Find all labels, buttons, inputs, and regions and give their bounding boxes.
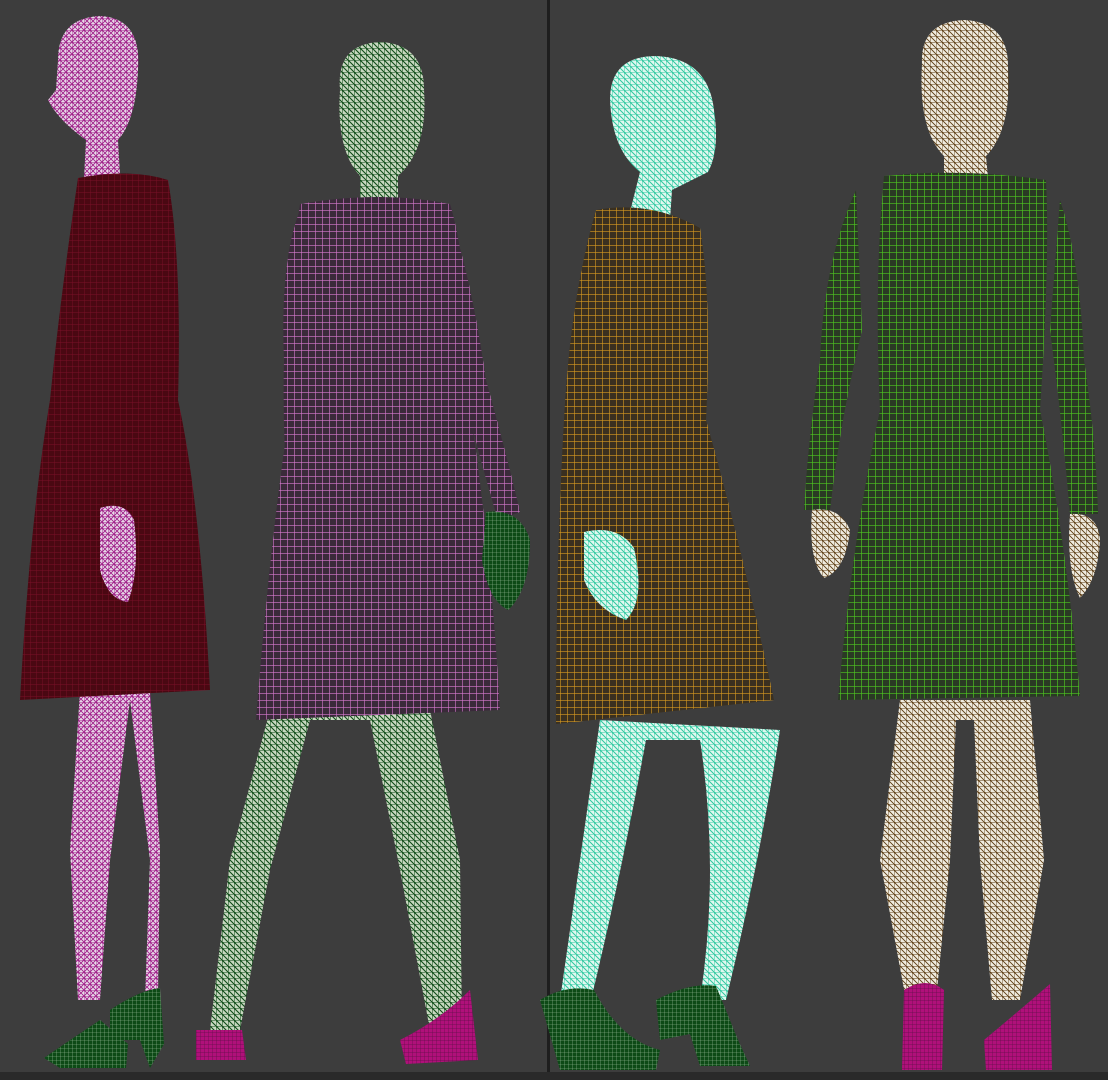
model-3-legs [560,720,780,1004]
model-4-arm-right [1050,200,1098,514]
model-3-head [610,56,716,220]
model-1-dress [20,173,210,701]
model-back-view[interactable] [804,20,1100,1070]
model-4-dress [838,172,1080,701]
model-4-arm-left [804,190,862,510]
model-2-legs [210,710,462,1030]
model-4-head [921,20,1009,178]
model-4-legs [880,700,1044,1000]
model-1-legs [70,690,160,1000]
model-side-view[interactable] [20,16,210,1068]
model-3-dress [556,207,774,725]
model-4-shoe-left [902,983,944,1070]
model-2-head [339,42,425,200]
scene-render [20,16,1100,1070]
model-2-shoe-left [196,1030,246,1060]
model-front-walking[interactable] [196,42,530,1064]
viewport-area [0,0,1108,1080]
model-3-shoe-left [540,988,660,1070]
model-side-walking[interactable] [540,56,780,1070]
model-3-shoe-right [656,985,750,1066]
model-1-head [48,16,139,178]
model-4-hand-left [811,509,850,578]
model-4-hand-right [1069,513,1100,598]
